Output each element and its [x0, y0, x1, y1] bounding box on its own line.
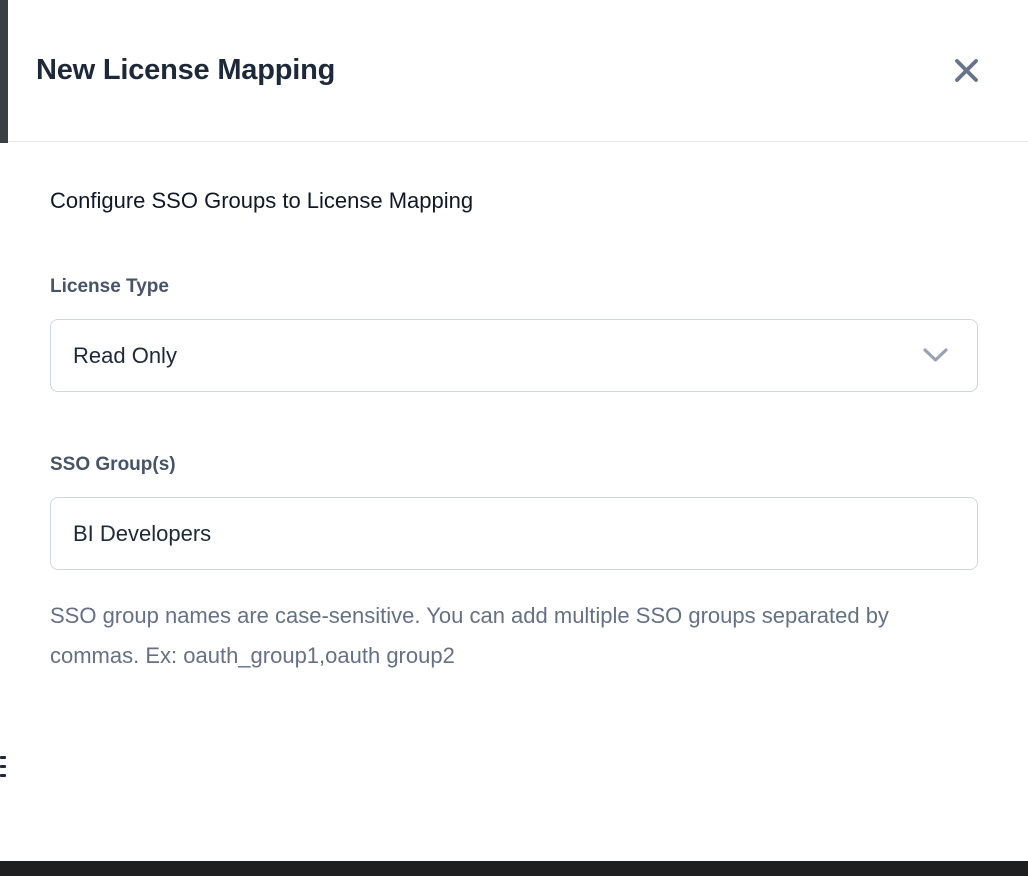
sso-groups-label: SSO Group(s) — [50, 454, 978, 476]
license-type-field: License Type Read Only — [50, 276, 978, 392]
close-icon — [953, 57, 980, 84]
new-license-mapping-modal: New License Mapping Configure SSO Groups… — [8, 0, 1028, 861]
sso-groups-input[interactable] — [50, 497, 978, 570]
background-bottom-edge — [0, 861, 1028, 876]
page-background: New License Mapping Configure SSO Groups… — [0, 0, 1028, 876]
sso-groups-help-text: SSO group names are case-sensitive. You … — [50, 596, 895, 676]
modal-title: New License Mapping — [36, 54, 335, 87]
license-type-select[interactable]: Read Only — [50, 319, 978, 392]
modal-description: Configure SSO Groups to License Mapping — [50, 188, 978, 214]
modal-header: New License Mapping — [8, 0, 1028, 142]
license-type-selected-value: Read Only — [73, 343, 177, 369]
background-list-icon — [0, 756, 6, 777]
close-button[interactable] — [947, 51, 986, 90]
background-left-edge — [0, 0, 8, 143]
chevron-down-icon — [922, 347, 949, 364]
modal-body: Configure SSO Groups to License Mapping … — [8, 142, 1028, 676]
sso-groups-field: SSO Group(s) SSO group names are case-se… — [50, 454, 978, 676]
license-type-label: License Type — [50, 276, 978, 298]
